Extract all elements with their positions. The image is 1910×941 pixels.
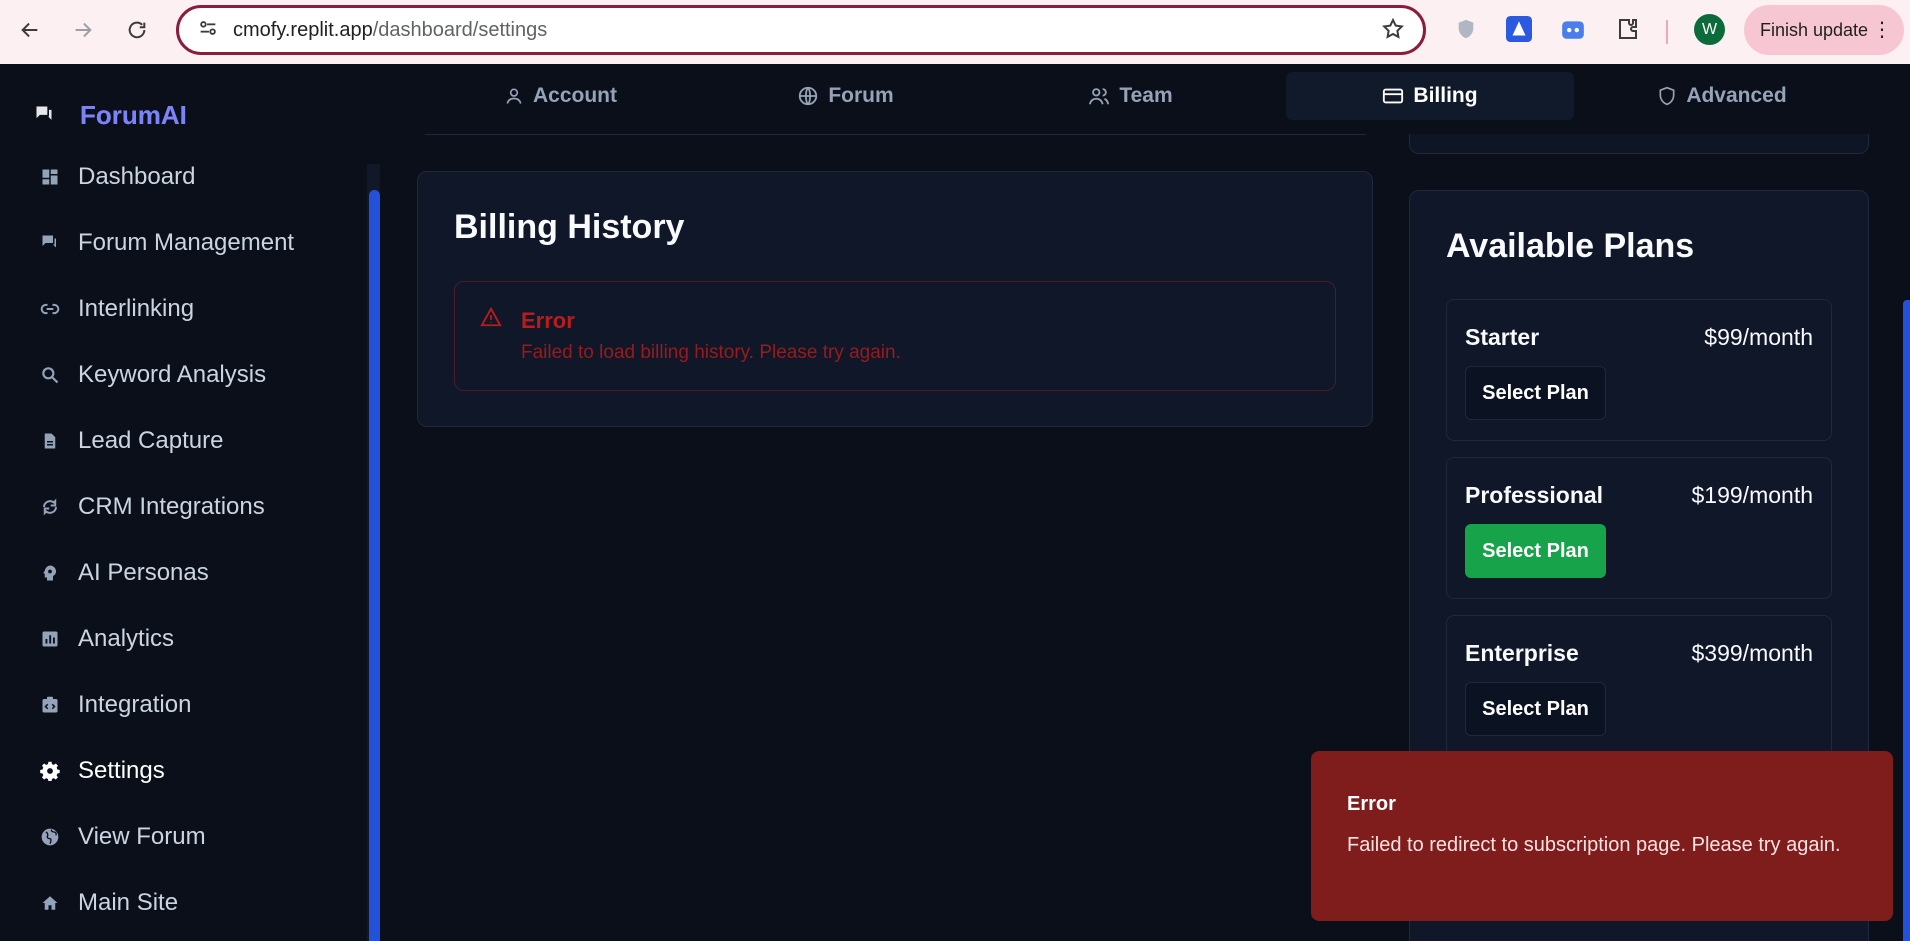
tab-label: Billing — [1413, 84, 1478, 107]
toast-message: Failed to redirect to subscription page.… — [1347, 834, 1841, 856]
tab-label: Advanced — [1686, 84, 1787, 107]
brand-name: ForumAI — [80, 100, 187, 130]
plan-price: $399/month — [1691, 640, 1813, 666]
sidebar-item-label: CRM Integrations — [78, 493, 265, 520]
plan-name: Starter — [1465, 324, 1540, 350]
billing-error-title: Error — [521, 308, 575, 333]
sidebar-item-label: Settings — [78, 757, 165, 784]
integration-icon — [40, 695, 60, 715]
plan-professional: Professional $199/month Select Plan — [1446, 457, 1832, 599]
sidebar-item-label: Integration — [78, 691, 192, 718]
tab-forum[interactable]: Forum — [703, 72, 988, 120]
finish-update-label: Finish update — [1760, 19, 1869, 40]
plan-name: Enterprise — [1465, 640, 1579, 666]
profile-avatar[interactable]: W — [1694, 14, 1725, 45]
link-icon — [40, 299, 60, 319]
vpn-extension-icon[interactable] — [1504, 14, 1534, 44]
analytics-icon — [40, 629, 60, 649]
chat-icon — [40, 233, 60, 253]
sidebar-item-label: Dashboard — [78, 163, 196, 190]
sidebar-item-ai-personas[interactable]: AI Personas — [40, 553, 209, 593]
users-icon — [1088, 85, 1110, 107]
brand-logo-icon — [34, 104, 54, 129]
back-icon[interactable] — [10, 10, 50, 50]
sidebar-item-keyword-analysis[interactable]: Keyword Analysis — [40, 355, 266, 395]
billing-history-title: Billing History — [454, 208, 685, 246]
sidebar-item-dashboard[interactable]: Dashboard — [40, 157, 195, 197]
sidebar-item-label: Lead Capture — [78, 427, 224, 454]
plan-enterprise: Enterprise $399/month Select Plan — [1446, 615, 1832, 757]
tab-advanced[interactable]: Advanced — [1574, 72, 1870, 120]
tab-label: Team — [1119, 84, 1173, 107]
select-plan-enterprise-button[interactable]: Select Plan — [1465, 682, 1606, 736]
billing-history-card: Billing History Error Failed to load bil… — [417, 171, 1373, 427]
sidebar-item-crm-integrations[interactable]: CRM Integrations — [40, 487, 265, 527]
available-plans-title: Available Plans — [1446, 227, 1695, 265]
home-icon — [40, 893, 60, 913]
browser-toolbar: cmofy.replit.app/dashboard/settings W Fi… — [0, 0, 1910, 64]
sidebar-item-label: Forum Management — [78, 229, 295, 256]
reload-icon[interactable] — [117, 10, 157, 50]
persona-icon — [40, 563, 60, 583]
dashboard-icon — [40, 167, 60, 187]
toast-title: Error — [1347, 793, 1396, 815]
document-icon — [40, 431, 60, 451]
sidebar-item-interlinking[interactable]: Interlinking — [40, 289, 194, 329]
plan-price: $99/month — [1704, 324, 1813, 350]
sync-icon — [40, 497, 60, 517]
extensions-puzzle-icon[interactable] — [1613, 14, 1643, 44]
address-bar[interactable]: cmofy.replit.app/dashboard/settings — [176, 5, 1426, 55]
sidebar-item-view-forum[interactable]: View Forum — [40, 817, 206, 857]
sidebar-item-integration[interactable]: Integration — [40, 685, 191, 725]
site-info-icon[interactable] — [197, 17, 219, 44]
globe-icon — [797, 85, 819, 107]
sidebar-item-label: Keyword Analysis — [78, 361, 267, 388]
shield-extension-icon[interactable] — [1451, 14, 1481, 44]
robot-extension-icon[interactable] — [1558, 14, 1588, 44]
sidebar-item-label: Main Site — [78, 889, 179, 916]
tab-label: Account — [533, 84, 617, 107]
warning-icon — [479, 306, 503, 333]
sidebar-item-label: View Forum — [78, 823, 206, 850]
sidebar-item-main-site[interactable]: Main Site — [40, 883, 178, 923]
brand[interactable]: ForumAI — [34, 100, 187, 131]
sidebar-item-forum-management[interactable]: Forum Management — [40, 223, 294, 263]
tab-billing[interactable]: Billing — [1286, 72, 1574, 120]
select-plan-professional-button[interactable]: Select Plan — [1465, 524, 1606, 578]
shield-icon — [1657, 85, 1677, 107]
sidebar-item-label: AI Personas — [78, 559, 209, 586]
sidebar: ForumAI Dashboard Forum Management Inter… — [0, 64, 380, 941]
gear-icon — [40, 761, 60, 781]
credit-card-icon — [1382, 85, 1404, 107]
url-text[interactable]: cmofy.replit.app/dashboard/settings — [233, 19, 547, 42]
tab-team[interactable]: Team — [988, 72, 1273, 120]
billing-error-alert: Error Failed to load billing history. Pl… — [454, 281, 1336, 391]
sidebar-item-label: Interlinking — [78, 295, 195, 322]
toolbar-divider — [1666, 20, 1668, 44]
billing-error-message: Failed to load billing history. Please t… — [521, 342, 901, 363]
select-plan-starter-button[interactable]: Select Plan — [1465, 366, 1606, 420]
error-toast[interactable]: Error Failed to redirect to subscription… — [1311, 751, 1893, 921]
plan-name: Professional — [1465, 482, 1604, 508]
search-icon — [40, 365, 60, 385]
more-vert-icon: ⋮ — [1872, 19, 1892, 41]
tab-label: Forum — [828, 84, 894, 107]
plan-starter: Starter $99/month Select Plan — [1446, 299, 1832, 441]
finish-update-button[interactable]: Finish update ⋮ — [1744, 5, 1904, 55]
user-icon — [504, 86, 524, 106]
settings-tabs: Account Forum Team Billing Advanced — [418, 64, 1870, 134]
page-scrollbar-thumb[interactable] — [1903, 300, 1910, 941]
sidebar-item-settings[interactable]: Settings — [40, 751, 165, 791]
forward-icon[interactable] — [63, 10, 103, 50]
sidebar-scrollbar-thumb[interactable] — [369, 190, 380, 941]
tab-account[interactable]: Account — [418, 72, 703, 120]
sidebar-item-analytics[interactable]: Analytics — [40, 619, 174, 659]
sidebar-item-lead-capture[interactable]: Lead Capture — [40, 421, 223, 461]
bookmark-star-icon[interactable] — [1381, 17, 1405, 46]
plan-price: $199/month — [1691, 482, 1813, 508]
sidebar-item-label: Analytics — [78, 625, 175, 652]
globe-icon — [40, 827, 60, 847]
